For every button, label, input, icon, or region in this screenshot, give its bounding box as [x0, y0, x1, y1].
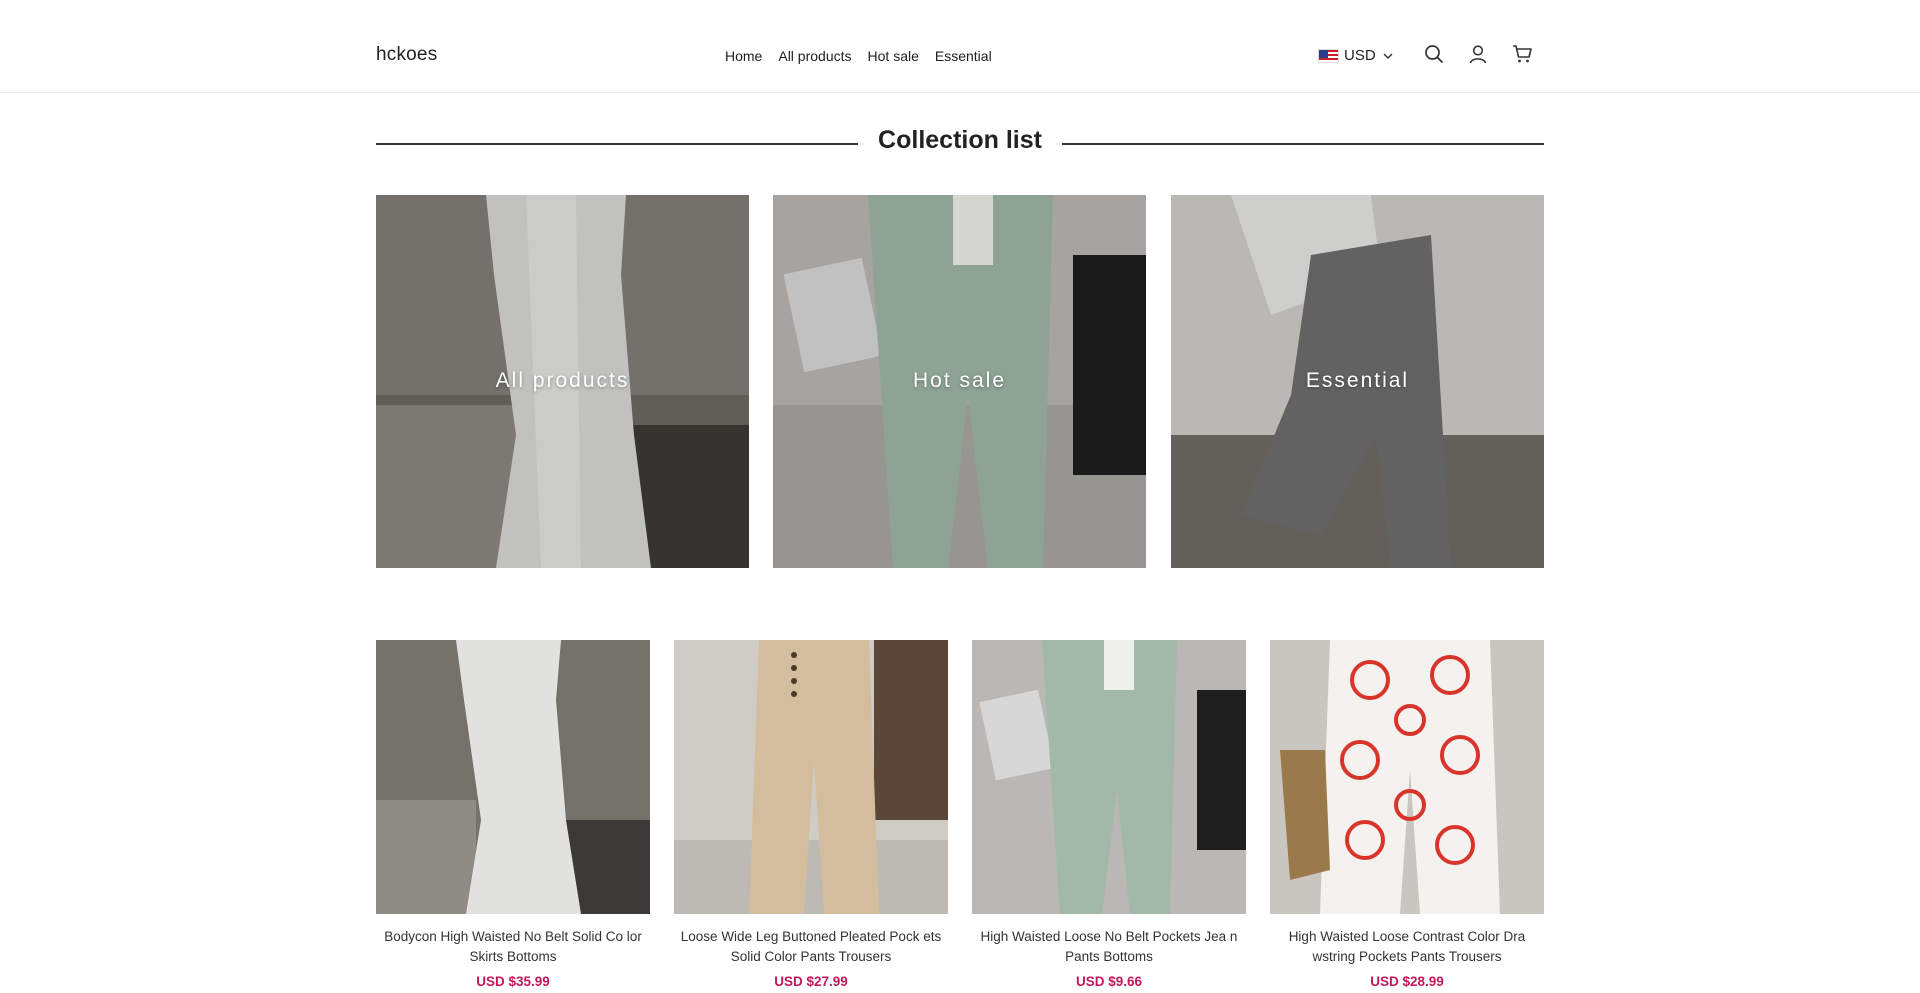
product-title[interactable]: High Waisted Loose Contrast Color Dra ws… — [1270, 927, 1544, 967]
product-image[interactable] — [674, 640, 948, 914]
site-header: hckoes Home All products Hot sale Essent… — [0, 0, 1920, 93]
account-icon[interactable] — [1467, 43, 1489, 65]
product-image[interactable] — [376, 640, 650, 914]
collection-title: Collection list — [858, 126, 1062, 154]
product-card[interactable]: High Waisted Loose Contrast Color Dra ws… — [1270, 640, 1544, 989]
nav-essential[interactable]: Essential — [935, 48, 992, 64]
product-image[interactable] — [972, 640, 1246, 914]
search-icon[interactable] — [1423, 43, 1445, 65]
tile-label: Essential — [1305, 369, 1410, 392]
collection-tile-essential[interactable]: Essential — [1171, 195, 1544, 568]
nav-hot-sale[interactable]: Hot sale — [868, 48, 919, 64]
nav-all-products[interactable]: All products — [778, 48, 851, 64]
product-card[interactable]: Bodycon High Waisted No Belt Solid Co lo… — [376, 640, 650, 989]
tile-label: All products — [495, 369, 630, 392]
collection-tile-hot-sale[interactable]: Hot sale — [773, 195, 1146, 568]
cart-icon[interactable] — [1511, 43, 1533, 65]
collection-tile-all-products[interactable]: All products — [376, 195, 749, 568]
product-card[interactable]: High Waisted Loose No Belt Pockets Jea n… — [972, 640, 1246, 989]
product-title[interactable]: High Waisted Loose No Belt Pockets Jea n… — [972, 927, 1246, 967]
main-nav: Home All products Hot sale Essential — [725, 48, 992, 64]
store-logo[interactable]: hckoes — [376, 44, 437, 66]
tile-label: Hot sale — [912, 369, 1007, 392]
product-price: USD $35.99 — [476, 974, 550, 989]
product-title[interactable]: Loose Wide Leg Buttoned Pleated Pock ets… — [674, 927, 948, 967]
product-price: USD $27.99 — [774, 974, 848, 989]
product-title[interactable]: Bodycon High Waisted No Belt Solid Co lo… — [376, 927, 650, 967]
product-card[interactable]: Loose Wide Leg Buttoned Pleated Pock ets… — [674, 640, 948, 989]
currency-selector[interactable]: USD — [1318, 47, 1395, 64]
currency-label: USD — [1344, 47, 1376, 64]
nav-home[interactable]: Home — [725, 48, 762, 64]
product-price: USD $9.66 — [1075, 974, 1143, 989]
chevron-down-icon — [1383, 52, 1393, 59]
product-image[interactable] — [1270, 640, 1544, 914]
product-price: USD $28.99 — [1370, 974, 1444, 989]
us-flag-icon — [1318, 48, 1339, 63]
collection-heading: Collection list — [376, 126, 1544, 162]
